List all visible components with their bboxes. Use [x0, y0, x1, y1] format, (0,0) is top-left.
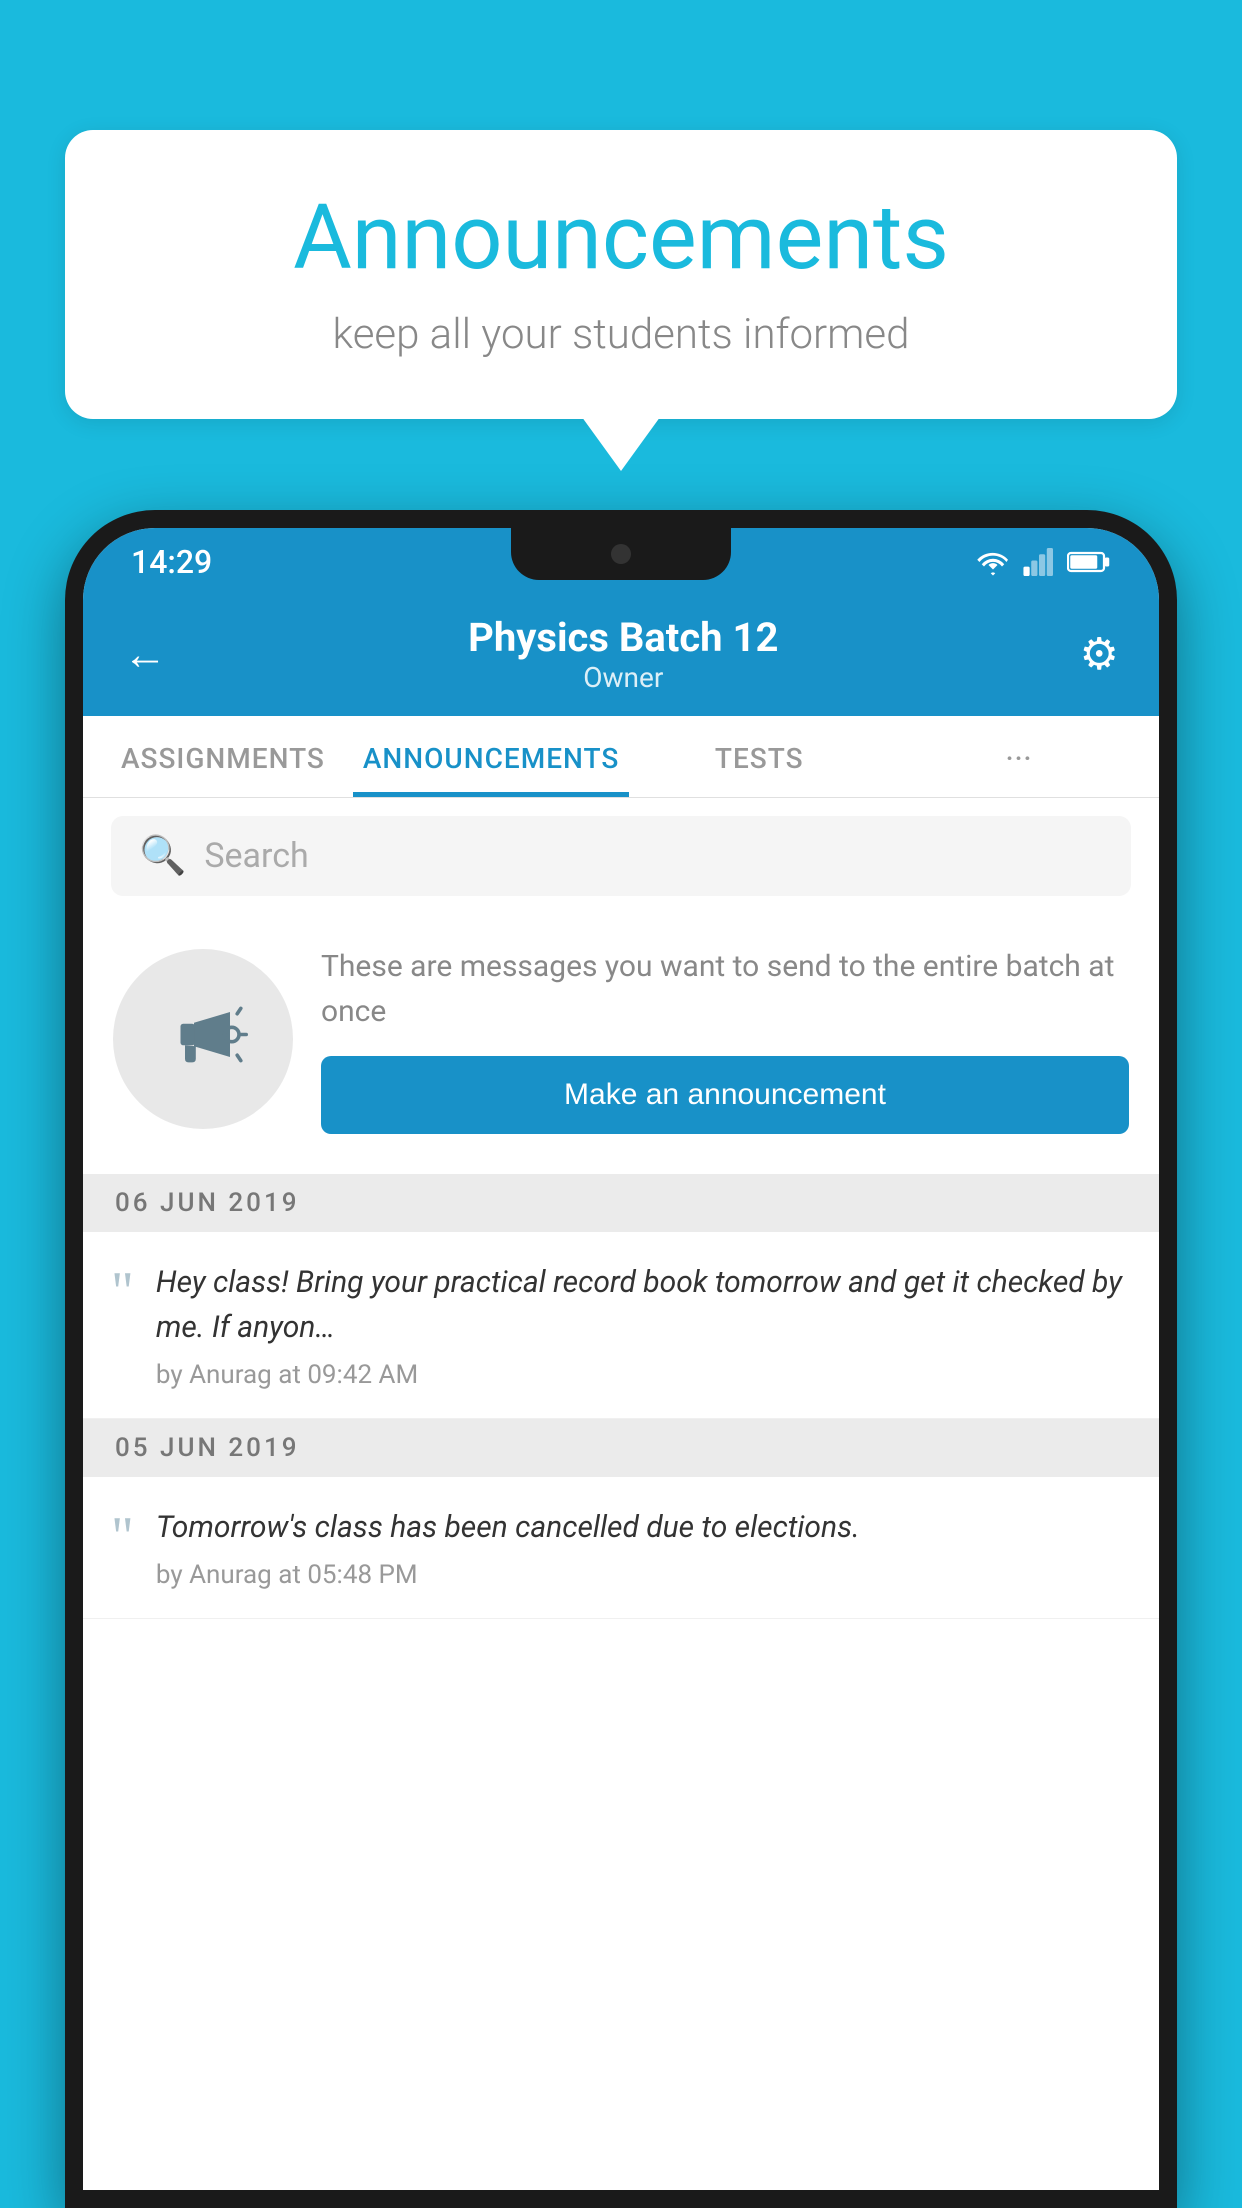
app-header: ← Physics Batch 12 Owner ⚙: [83, 596, 1159, 716]
header-batch-title: Physics Batch 12: [468, 614, 778, 661]
status-bar: 14:29: [83, 528, 1159, 596]
tabs-bar: ASSIGNMENTS ANNOUNCEMENTS TESTS ···: [83, 716, 1159, 798]
quote-icon-1: ": [111, 1260, 134, 1320]
wifi-icon: [975, 548, 1011, 576]
announcement-meta-2: by Anurag at 05:48 PM: [156, 1560, 1131, 1590]
phone-frame: 14:29: [65, 510, 1177, 2208]
tab-assignments[interactable]: ASSIGNMENTS: [93, 716, 353, 797]
feed-area: 06 JUN 2019 " Hey class! Bring your prac…: [83, 1174, 1159, 2190]
announcement-content-2: Tomorrow's class has been cancelled due …: [156, 1505, 1131, 1590]
announcement-item-2[interactable]: " Tomorrow's class has been cancelled du…: [83, 1477, 1159, 1619]
speech-bubble: Announcements keep all your students inf…: [65, 130, 1177, 419]
date-separator-1: 06 JUN 2019: [83, 1174, 1159, 1232]
tab-more[interactable]: ···: [889, 716, 1149, 797]
search-container: 🔍 Search: [83, 798, 1159, 914]
announcement-prompt: These are messages you want to send to t…: [83, 914, 1159, 1174]
header-role-subtitle: Owner: [468, 661, 778, 694]
search-input[interactable]: Search: [204, 836, 308, 876]
header-title-block: Physics Batch 12 Owner: [468, 614, 778, 694]
signal-icon: [1023, 548, 1055, 576]
camera-notch: [611, 544, 631, 564]
announcement-meta-1: by Anurag at 09:42 AM: [156, 1360, 1131, 1390]
phone-notch: [511, 528, 731, 580]
announcement-icon-circle: [113, 949, 293, 1129]
back-button[interactable]: ←: [123, 628, 167, 680]
status-icons: [975, 548, 1111, 576]
announcement-text-2: Tomorrow's class has been cancelled due …: [156, 1505, 1131, 1550]
announcement-text-1: Hey class! Bring your practical record b…: [156, 1260, 1131, 1350]
settings-icon[interactable]: ⚙: [1080, 628, 1119, 680]
search-bar[interactable]: 🔍 Search: [111, 816, 1131, 896]
quote-icon-2: ": [111, 1505, 134, 1565]
announcement-content-1: Hey class! Bring your practical record b…: [156, 1260, 1131, 1390]
speech-bubble-title: Announcements: [125, 185, 1117, 290]
tab-announcements[interactable]: ANNOUNCEMENTS: [353, 716, 629, 797]
search-icon: 🔍: [139, 834, 186, 878]
announcement-description: These are messages you want to send to t…: [321, 944, 1129, 1034]
speech-bubble-container: Announcements keep all your students inf…: [65, 130, 1177, 419]
announcement-prompt-right: These are messages you want to send to t…: [321, 944, 1129, 1134]
speech-bubble-subtitle: keep all your students informed: [125, 310, 1117, 359]
megaphone-icon: [158, 994, 248, 1084]
announcement-item-1[interactable]: " Hey class! Bring your practical record…: [83, 1232, 1159, 1419]
make-announcement-button[interactable]: Make an announcement: [321, 1056, 1129, 1134]
phone-screen: 14:29: [83, 528, 1159, 2190]
status-time: 14:29: [131, 543, 212, 581]
date-separator-2: 05 JUN 2019: [83, 1419, 1159, 1477]
battery-icon: [1067, 550, 1111, 574]
tab-tests[interactable]: TESTS: [629, 716, 889, 797]
